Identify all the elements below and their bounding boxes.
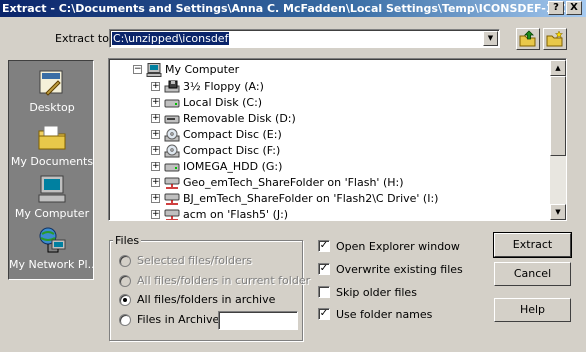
- my-network-places-icon: [39, 227, 66, 253]
- places-my-documents[interactable]: My Documents: [9, 121, 95, 168]
- title-help-button[interactable]: ?: [548, 1, 564, 15]
- tree-node-label: Geo_emTech_ShareFolder on 'Flash' (H:): [183, 176, 404, 189]
- tree-expand-toggle[interactable]: +: [151, 162, 160, 171]
- tree-vertical-scrollbar[interactable]: ▲ ▼: [550, 60, 566, 220]
- radio-all-in-archive-label: All files/folders in archive: [137, 293, 276, 306]
- removable-disk-icon: [164, 115, 180, 124]
- radio-selected-files-label: Selected files/folders: [137, 254, 253, 267]
- checkmark-icon: ✓: [319, 263, 329, 274]
- combo-dropdown-button[interactable]: ▼: [483, 31, 498, 46]
- checkmark-icon: ✓: [319, 308, 329, 319]
- my-computer-icon: [146, 63, 162, 77]
- places-desktop[interactable]: Desktop: [9, 67, 95, 114]
- up-folder-icon: [519, 30, 536, 47]
- tree-node-removable-d[interactable]: + Removable Disk (D:): [151, 111, 551, 127]
- hard-disk-icon: [164, 163, 180, 172]
- tree-node-share-i[interactable]: + BJ_emTech_ShareFolder on 'Flash2\C Dri…: [151, 191, 551, 207]
- chevron-down-icon: ▼: [487, 34, 494, 42]
- places-desktop-label: Desktop: [29, 101, 75, 114]
- tree-expand-toggle[interactable]: +: [151, 114, 160, 123]
- radio-current-folder[interactable]: [119, 275, 131, 287]
- tree-node-iomega-g[interactable]: + IOMEGA_HDD (G:): [151, 159, 551, 175]
- tree-expand-toggle[interactable]: +: [151, 194, 160, 203]
- title-close-button[interactable]: X: [566, 1, 582, 15]
- tree-expand-toggle[interactable]: +: [151, 130, 160, 139]
- scroll-up-button[interactable]: ▲: [550, 60, 566, 76]
- checkbox-skip-older[interactable]: [318, 286, 330, 298]
- arrow-down-icon: ▼: [555, 208, 561, 216]
- tree-node-acm-j[interactable]: + acm on 'Flash5' (J:): [151, 207, 551, 221]
- extract-path-value[interactable]: C:\unzipped\iconsdef: [112, 32, 230, 45]
- network-drive-icon: [164, 177, 180, 189]
- tree-node-label: Compact Disc (E:): [183, 128, 282, 141]
- help-button[interactable]: Help: [494, 298, 571, 322]
- network-drive-icon: [164, 193, 180, 205]
- tree-node-my-computer[interactable]: − My Computer: [133, 62, 373, 78]
- files-in-archive-input[interactable]: [218, 311, 298, 330]
- radio-all-in-archive[interactable]: [119, 294, 131, 306]
- radio-current-folder-label: All files/folders in current folder: [137, 274, 311, 287]
- cancel-button[interactable]: Cancel: [494, 262, 571, 286]
- tree-expand-toggle[interactable]: +: [151, 178, 160, 187]
- tree-node-local-disk-c[interactable]: + Local Disk (C:): [151, 95, 551, 111]
- window-title: Extract - C:\Documents and Settings\Anna…: [2, 2, 578, 15]
- places-bar: Desktop My Documents My Computer My Netw…: [8, 60, 95, 280]
- up-folder-button[interactable]: [516, 28, 540, 50]
- desktop-icon: [39, 70, 63, 96]
- radio-selected-files[interactable]: [119, 255, 131, 267]
- folder-tree[interactable]: − My Computer + 3½ Floppy (A:) + Local D…: [108, 58, 567, 221]
- overwrite-existing-label: Overwrite existing files: [336, 263, 463, 276]
- my-documents-icon: [38, 125, 66, 150]
- tree-collapse-toggle[interactable]: −: [133, 65, 142, 74]
- checkbox-open-explorer[interactable]: ✓: [318, 240, 330, 252]
- radio-files-in-archive-label: Files in Archive:: [137, 313, 224, 326]
- new-folder-icon: [546, 30, 564, 47]
- files-group-legend: Files: [113, 234, 142, 247]
- my-computer-icon: [38, 175, 66, 203]
- places-my-network[interactable]: My Network Pl...: [9, 224, 95, 271]
- scroll-down-button[interactable]: ▼: [550, 204, 566, 220]
- extract-to-label: Extract to:: [55, 32, 113, 45]
- new-folder-button[interactable]: [543, 28, 567, 50]
- places-my-network-label: My Network Pl...: [9, 258, 95, 271]
- tree-node-label: BJ_emTech_ShareFolder on 'Flash2\C Drive…: [183, 192, 439, 205]
- checkbox-use-folder-names[interactable]: ✓: [318, 308, 330, 320]
- cd-drive-icon: [164, 128, 180, 142]
- tree-node-label: Local Disk (C:): [183, 96, 263, 109]
- tree-expand-toggle[interactable]: +: [151, 146, 160, 155]
- floppy-drive-icon: [164, 80, 180, 93]
- tree-node-compact-disc-e[interactable]: + Compact Disc (E:): [151, 127, 551, 143]
- tree-node-label: Removable Disk (D:): [183, 112, 296, 125]
- radio-files-in-archive[interactable]: [119, 314, 131, 326]
- places-my-computer[interactable]: My Computer: [9, 173, 95, 220]
- scroll-thumb[interactable]: [550, 76, 566, 156]
- extract-path-combobox[interactable]: C:\unzipped\iconsdef ▼: [109, 29, 500, 48]
- tree-node-label: IOMEGA_HDD (G:): [183, 160, 283, 173]
- tree-node-label: 3½ Floppy (A:): [183, 80, 264, 93]
- tree-expand-toggle[interactable]: +: [151, 82, 160, 91]
- checkbox-overwrite-existing[interactable]: ✓: [318, 263, 330, 275]
- hard-disk-icon: [164, 99, 180, 108]
- checkmark-icon: ✓: [319, 240, 329, 251]
- tree-node-share-h[interactable]: + Geo_emTech_ShareFolder on 'Flash' (H:): [151, 175, 551, 191]
- network-drive-icon: [164, 209, 180, 220]
- tree-expand-toggle[interactable]: +: [151, 210, 160, 219]
- use-folder-names-label: Use folder names: [336, 308, 433, 321]
- tree-node-compact-disc-f[interactable]: + Compact Disc (F:): [151, 143, 551, 159]
- cd-drive-icon: [164, 144, 180, 158]
- skip-older-label: Skip older files: [336, 286, 417, 299]
- tree-node-label: Compact Disc (F:): [183, 144, 281, 157]
- radio-selected-dot: [123, 298, 127, 302]
- title-bar[interactable]: Extract - C:\Documents and Settings\Anna…: [0, 0, 586, 17]
- places-my-documents-label: My Documents: [10, 155, 94, 168]
- places-my-computer-label: My Computer: [14, 207, 90, 220]
- tree-expand-toggle[interactable]: +: [151, 98, 160, 107]
- tree-node-label: My Computer: [165, 63, 240, 76]
- arrow-up-icon: ▲: [555, 64, 561, 72]
- tree-node-floppy-a[interactable]: + 3½ Floppy (A:): [151, 79, 551, 95]
- open-explorer-label: Open Explorer window: [336, 240, 460, 253]
- extract-button[interactable]: Extract: [493, 232, 572, 258]
- extract-dialog: Extract - C:\Documents and Settings\Anna…: [0, 0, 586, 352]
- tree-node-label: acm on 'Flash5' (J:): [183, 208, 289, 221]
